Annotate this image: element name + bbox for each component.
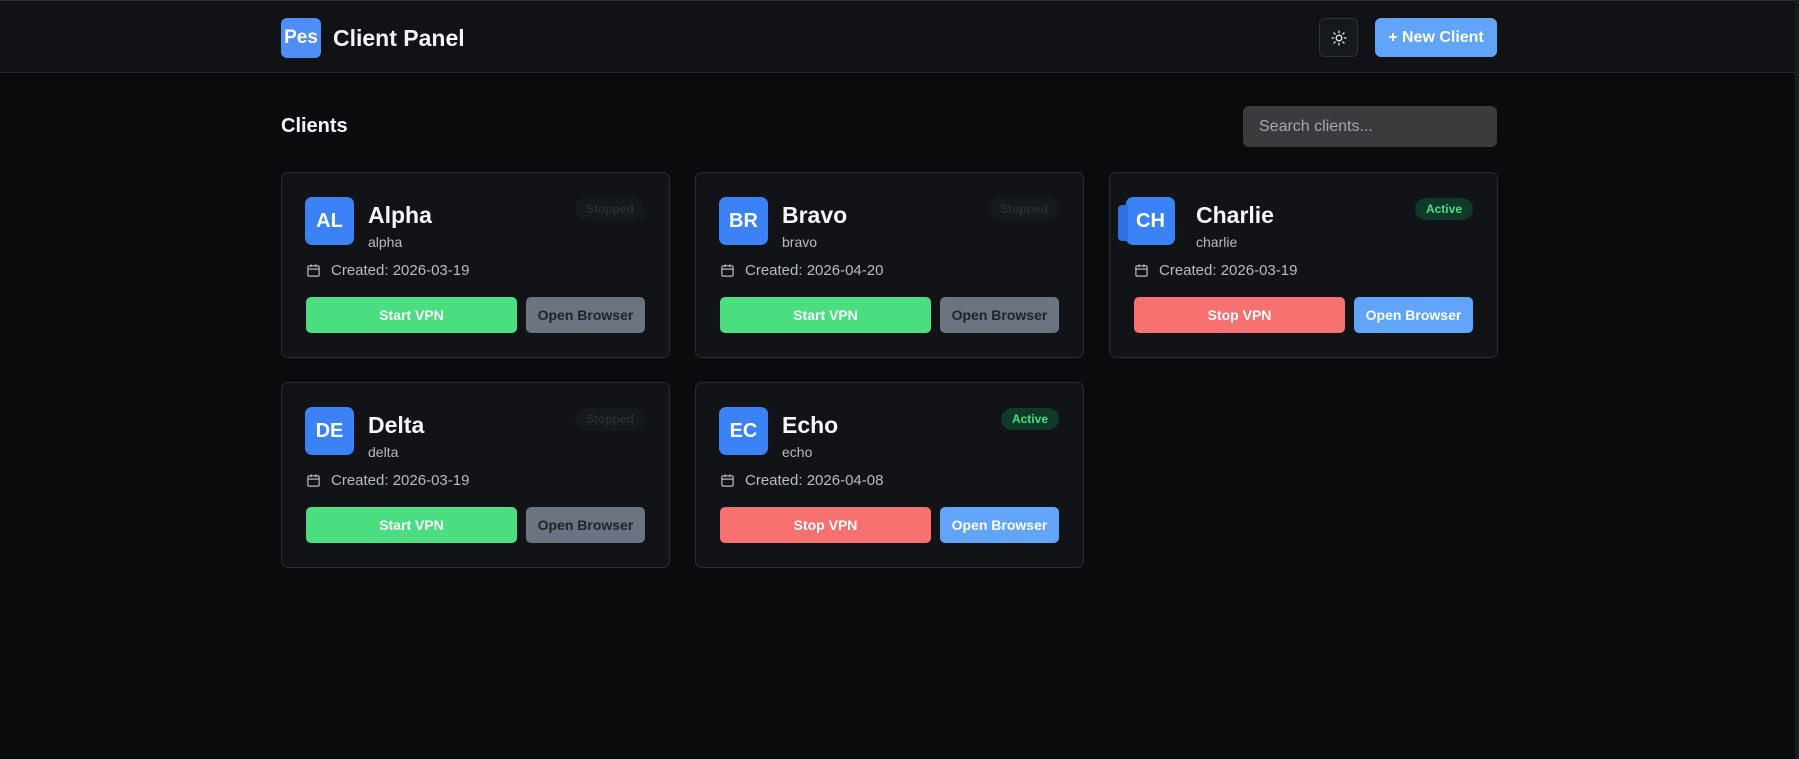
top-bar: Pes Client Panel + New Client [0, 0, 1795, 73]
client-name: Bravo [782, 202, 848, 228]
stop-vpn-button[interactable]: Stop VPN [720, 507, 931, 543]
app-logo: Pes [281, 18, 321, 58]
client-slug: delta [368, 444, 399, 460]
created-date: Created: 2026-03-19 [306, 472, 469, 489]
status-badge: Active [1000, 408, 1059, 430]
client-slug: echo [782, 444, 813, 460]
status-badge: Active [1414, 198, 1473, 220]
start-vpn-button[interactable]: Start VPN [720, 297, 931, 333]
brand[interactable]: Pes Client Panel [281, 18, 465, 58]
client-avatar: DE [305, 407, 354, 455]
calendar-icon [307, 474, 320, 487]
client-card-delta: DE Delta delta Stopped Created: 2026-03-19 St… [281, 382, 670, 568]
calendar-icon [721, 264, 734, 277]
created-date: Created: 2026-03-19 [306, 262, 469, 279]
open-browser-button: Open Browser [526, 297, 645, 333]
created-date: Created: 2026-04-20 [720, 262, 883, 279]
status-badge: Stopped [575, 408, 645, 430]
theme-toggle-button[interactable] [1319, 18, 1358, 57]
open-browser-button: Open Browser [940, 297, 1059, 333]
client-name: Alpha [368, 202, 432, 228]
search-input[interactable] [1243, 106, 1497, 147]
client-card-bravo: BR Bravo bravo Stopped Created: 2026-04-20 St… [695, 172, 1084, 358]
start-vpn-button[interactable]: Start VPN [306, 297, 517, 333]
open-browser-button[interactable]: Open Browser [1354, 297, 1473, 333]
client-slug: alpha [368, 234, 403, 250]
calendar-icon [307, 264, 320, 277]
page-scrollbar[interactable] [1795, 0, 1799, 759]
client-name: Delta [368, 412, 425, 438]
client-avatar: AL [305, 197, 354, 245]
created-label: Created: 2026-04-20 [745, 262, 884, 279]
client-avatar: CH [1118, 197, 1175, 245]
client-avatar: EC [719, 407, 768, 455]
client-avatar: BR [719, 197, 768, 245]
client-slug: bravo [782, 234, 818, 250]
app-title: Client Panel [333, 24, 465, 51]
client-card-echo: EC Echo echo Active Created: 2026-04-08 Stop … [695, 382, 1084, 568]
client-name: Echo [782, 412, 839, 438]
created-label: Created: 2026-03-19 [1159, 262, 1298, 279]
created-label: Created: 2026-03-19 [331, 262, 470, 279]
start-vpn-button[interactable]: Start VPN [306, 507, 517, 543]
client-card-alpha: AL Alpha alpha Stopped Created: 2026-03-19 St… [281, 172, 670, 358]
created-date: Created: 2026-03-19 [1134, 262, 1297, 279]
client-card-charlie: CH Charlie charlie Active Created: 2026-03-1… [1109, 172, 1498, 358]
open-browser-button: Open Browser [526, 507, 645, 543]
created-date: Created: 2026-04-08 [720, 472, 883, 489]
created-label: Created: 2026-03-19 [331, 472, 470, 489]
created-label: Created: 2026-04-08 [745, 472, 884, 489]
status-badge: Stopped [575, 198, 645, 220]
sun-icon [1330, 29, 1347, 46]
client-name: Charlie [1196, 202, 1274, 228]
open-browser-button[interactable]: Open Browser [940, 507, 1059, 543]
new-client-button[interactable]: + New Client [1375, 18, 1497, 57]
section-title: Clients [281, 115, 348, 137]
client-slug: charlie [1196, 234, 1238, 250]
calendar-icon [721, 474, 734, 487]
status-badge: Stopped [989, 198, 1059, 220]
stop-vpn-button[interactable]: Stop VPN [1134, 297, 1345, 333]
calendar-icon [1135, 264, 1148, 277]
